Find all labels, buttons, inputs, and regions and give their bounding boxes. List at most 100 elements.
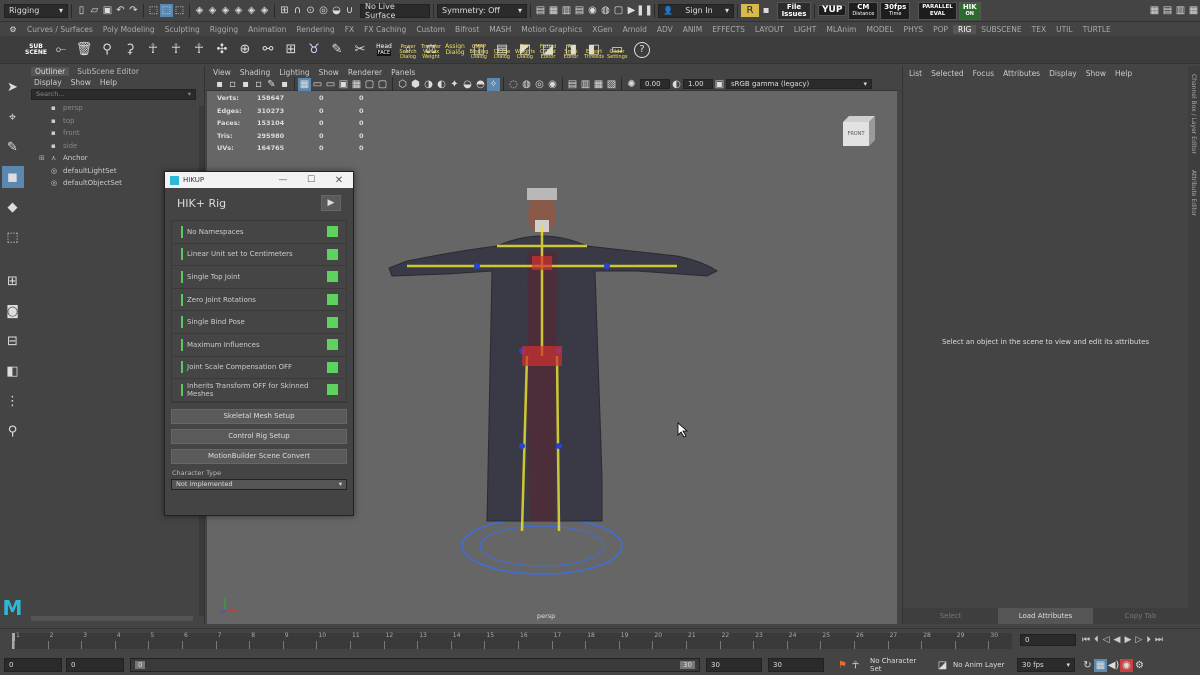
layout-four-icon[interactable]: ⊟ bbox=[2, 330, 24, 352]
signin-dropdown[interactable]: 👤 Sign In ▾ bbox=[658, 3, 734, 18]
gate-mask-icon[interactable]: ▣ bbox=[337, 78, 350, 91]
anim-end-field[interactable]: 30 bbox=[706, 658, 762, 672]
shelf-tab[interactable]: Bifrost bbox=[450, 25, 484, 34]
safe-action-icon[interactable]: ▢ bbox=[363, 78, 376, 91]
anim-layer-icon[interactable]: ◪ bbox=[936, 659, 949, 672]
mask-icon[interactable]: ◈ bbox=[232, 4, 245, 17]
play-back-icon[interactable]: ◀ bbox=[1114, 635, 1121, 645]
gear-icon[interactable]: ⚙ bbox=[4, 23, 22, 36]
joint-icon[interactable]: ⚳ bbox=[120, 40, 140, 60]
yup-button[interactable]: YUP bbox=[818, 5, 847, 16]
skin-weights-tool[interactable]: ◩ Skin Weights Dialog bbox=[515, 40, 535, 60]
menu-help[interactable]: Help bbox=[100, 78, 117, 87]
shelf-tab[interactable]: Curves / Surfaces bbox=[22, 25, 98, 34]
isolate-icon[interactable]: ◌ bbox=[507, 78, 520, 91]
fixtool-tool[interactable]: ◪ Fixtool CTPlat Editor bbox=[538, 40, 558, 60]
camera-attr-icon[interactable]: ▫ bbox=[226, 78, 239, 91]
layout-icon[interactable]: ▤ bbox=[1161, 4, 1174, 17]
layout-single-icon[interactable]: ◙ bbox=[2, 300, 24, 322]
shelf-tab[interactable]: LIGHT bbox=[789, 25, 821, 34]
hud-icon[interactable]: ▤ bbox=[566, 78, 579, 91]
character-type-dropdown[interactable]: Not implemented ▾ bbox=[171, 478, 347, 490]
wireframe-icon[interactable]: ⬡ bbox=[396, 78, 409, 91]
hik-logo-icon[interactable]: ♉ bbox=[304, 40, 324, 60]
backface-icon[interactable]: ◉ bbox=[546, 78, 559, 91]
rig-icon[interactable]: ⚯ bbox=[258, 40, 278, 60]
magnet-icon[interactable]: ∪ bbox=[343, 4, 356, 17]
menu-display[interactable]: Display bbox=[1049, 69, 1077, 78]
step-forward-key-icon[interactable]: ⏵ bbox=[1146, 635, 1151, 645]
gamma-icon[interactable]: ◐ bbox=[670, 78, 683, 91]
scale-tool-icon[interactable]: ⬚ bbox=[2, 226, 24, 248]
shelf-tab[interactable]: TEX bbox=[1027, 25, 1051, 34]
redo-icon[interactable]: ↷ bbox=[127, 4, 140, 17]
start-time-field[interactable]: 0 bbox=[4, 658, 62, 672]
power-search-tool[interactable]: ⌕ Power Search Dialog bbox=[398, 40, 418, 60]
camera-select-icon[interactable]: ▪ bbox=[213, 78, 226, 91]
step-forward-icon[interactable]: ▷ bbox=[1135, 635, 1142, 645]
shelf-tab[interactable]: FX Caching bbox=[359, 25, 411, 34]
menu-selected[interactable]: Selected bbox=[931, 69, 964, 78]
outliner-item[interactable]: ▪ persp bbox=[51, 102, 204, 115]
copy-tab-button[interactable]: Copy Tab bbox=[1093, 612, 1188, 620]
pause-icon[interactable]: ❚❚ bbox=[636, 4, 653, 17]
shelf-tab[interactable]: XGen bbox=[587, 25, 617, 34]
move-tool-icon[interactable]: ◼ bbox=[1, 166, 24, 188]
resolution-gate-icon[interactable]: ▭ bbox=[324, 78, 337, 91]
history-icon[interactable]: ▤ bbox=[534, 4, 547, 17]
rs-icon[interactable]: R bbox=[741, 4, 759, 17]
character-icon[interactable]: ☥ bbox=[849, 659, 862, 672]
character-set-dropdown[interactable]: No Character Set bbox=[866, 657, 930, 673]
shelf-tab[interactable]: UTIL bbox=[1051, 25, 1077, 34]
camera-icon[interactable]: ▪ bbox=[759, 4, 773, 17]
menu-lighting[interactable]: Lighting bbox=[279, 68, 309, 77]
open-scene-icon[interactable]: ▱ bbox=[88, 4, 101, 17]
shelf-tab[interactable]: Arnold bbox=[618, 25, 652, 34]
fps-dropdown[interactable]: 30 fps ▾ bbox=[1017, 658, 1075, 672]
safe-title-icon[interactable]: ▢ bbox=[376, 78, 389, 91]
new-scene-icon[interactable]: ▯ bbox=[75, 4, 88, 17]
tab-channel-box[interactable]: Channel Box / Layer Editor bbox=[1190, 74, 1197, 154]
hik-on-button[interactable]: HIK ON bbox=[958, 1, 981, 20]
pass-indicator[interactable] bbox=[327, 248, 338, 260]
pass-indicator[interactable] bbox=[327, 339, 338, 351]
snap-curve-icon[interactable]: ∩ bbox=[291, 4, 304, 17]
head-face-tool[interactable]: Head FACE bbox=[373, 40, 395, 60]
shelf-tab[interactable]: FX bbox=[340, 25, 359, 34]
run-button[interactable]: ▶ bbox=[321, 195, 341, 211]
maximize-icon[interactable]: ☐ bbox=[297, 175, 325, 185]
zoom-icon[interactable]: ⚲ bbox=[2, 420, 24, 442]
expand-icon[interactable]: ⊞ bbox=[39, 154, 51, 162]
menu-attributes[interactable]: Attributes bbox=[1003, 69, 1040, 78]
undo-icon[interactable]: ↶ bbox=[114, 4, 127, 17]
mask-icon[interactable]: ◈ bbox=[245, 4, 258, 17]
figure-icon[interactable]: ☥ bbox=[143, 40, 163, 60]
shelf-tab[interactable]: ADV bbox=[652, 25, 678, 34]
auto-key-icon[interactable]: ◉ bbox=[1120, 658, 1133, 672]
outliner-item[interactable]: ▪ front bbox=[51, 127, 204, 140]
xray-joints-icon[interactable]: ✧ bbox=[487, 77, 500, 91]
menu-show[interactable]: Show bbox=[1086, 69, 1106, 78]
ambient-occlusion-icon[interactable]: ◓ bbox=[474, 78, 487, 91]
shelf-tab[interactable]: MASH bbox=[484, 25, 516, 34]
shelf-tab[interactable]: LAYOUT bbox=[750, 25, 789, 34]
grease-pencil-icon[interactable]: ✎ bbox=[265, 78, 278, 91]
cmap-binding-tool[interactable]: ◫ CMAP Binding Dialog bbox=[469, 40, 489, 60]
menu-panels[interactable]: Panels bbox=[391, 68, 415, 77]
range-slider-start[interactable]: 0 bbox=[135, 661, 146, 669]
shelf-tab[interactable]: ANIM bbox=[678, 25, 707, 34]
view-cube[interactable]: FRONT bbox=[841, 114, 877, 146]
menu-display[interactable]: Display bbox=[34, 78, 62, 87]
pass-indicator[interactable] bbox=[327, 271, 338, 283]
pass-indicator[interactable] bbox=[327, 226, 338, 238]
dof-icon[interactable]: ▧ bbox=[605, 78, 618, 91]
shelf-tab[interactable]: Rigging bbox=[205, 25, 243, 34]
mask-icon[interactable]: ◈ bbox=[219, 4, 232, 17]
ap-smth-tool[interactable]: ◨ Ap Smth Editor bbox=[561, 40, 581, 60]
paint-select-icon[interactable]: ✎ bbox=[2, 136, 24, 158]
menu-focus[interactable]: Focus bbox=[973, 69, 994, 78]
select-hierarchy-icon[interactable]: ⬚ bbox=[147, 4, 160, 17]
hypershade-icon[interactable]: ◍ bbox=[599, 4, 612, 17]
shelf-tab[interactable]: Poly Modeling bbox=[98, 25, 160, 34]
move-pivot-icon[interactable]: ✣ bbox=[212, 40, 232, 60]
